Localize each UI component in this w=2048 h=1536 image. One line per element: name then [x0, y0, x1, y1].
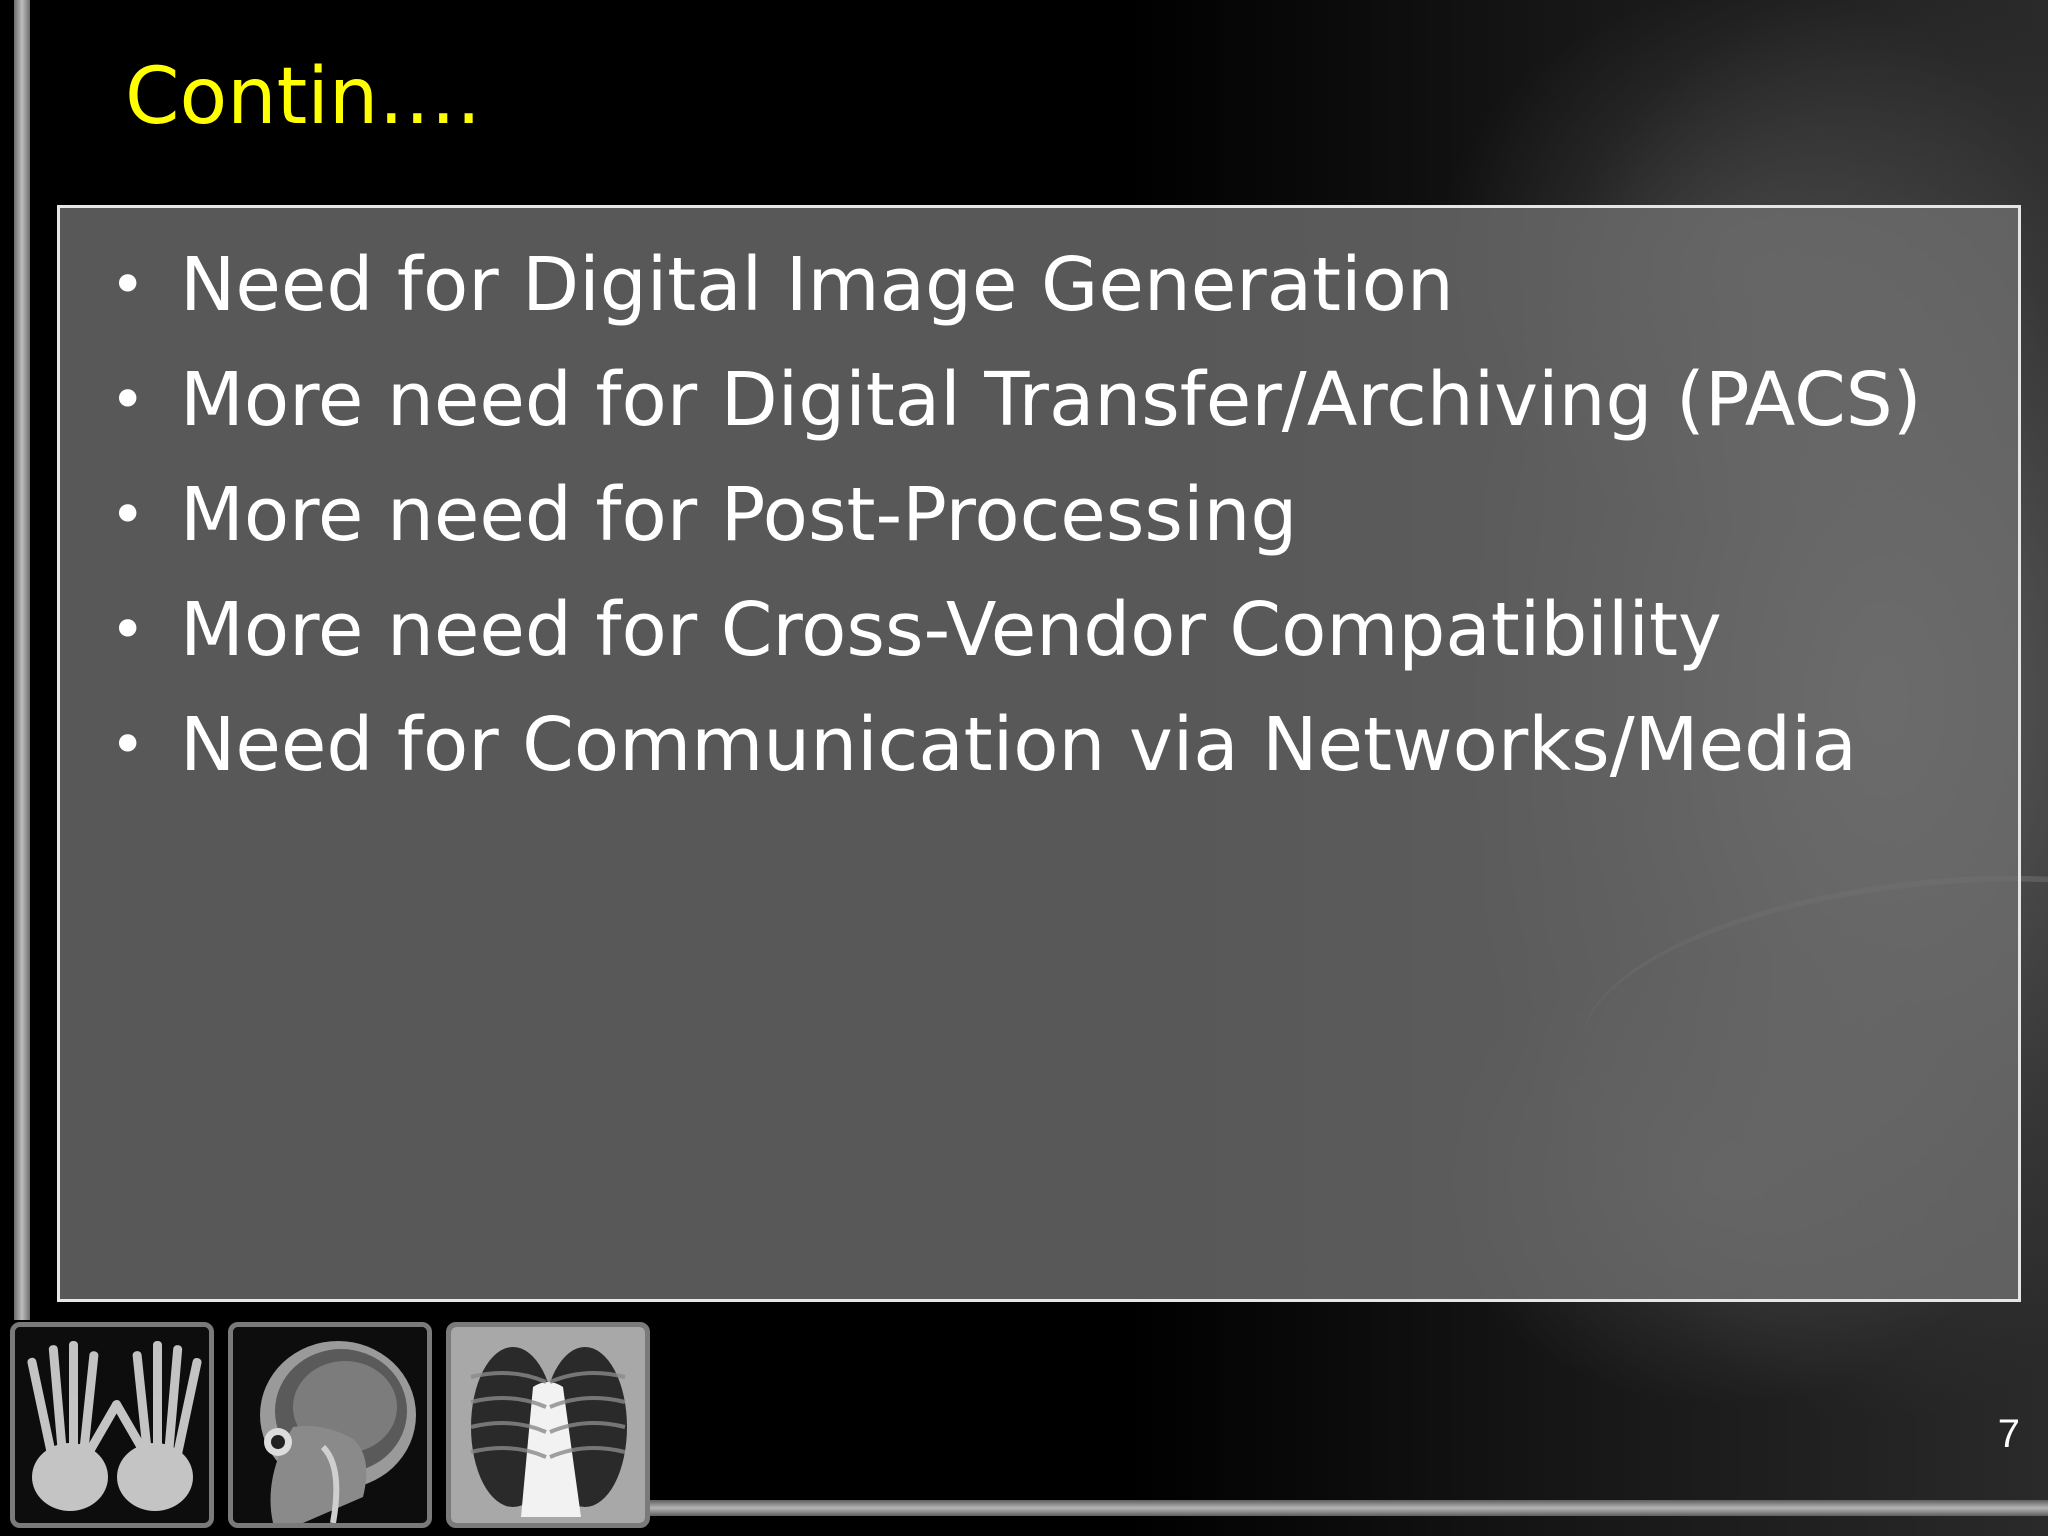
- bullet-dot-icon: •: [110, 595, 146, 665]
- head-mri-thumbnail: [228, 1322, 432, 1528]
- bullet-list: • Need for Digital Image Generation • More…: [60, 228, 2018, 803]
- bullet-text: Need for Digital Image Generation: [180, 242, 1454, 328]
- bullet-text: More need for Post-Processing: [180, 472, 1298, 558]
- bullet-text: More need for Digital Transfer/Archiving…: [180, 357, 1922, 443]
- slide-title: Contin….: [125, 52, 482, 142]
- bullet-dot-icon: •: [110, 710, 146, 780]
- left-accent-bar: [14, 0, 30, 1320]
- bullet-item: • Need for Communication via Networks/Med…: [60, 688, 2018, 803]
- chest-xray-icon: [451, 1327, 645, 1523]
- content-box: • Need for Digital Image Generation • More…: [57, 205, 2021, 1302]
- bullet-item: • More need for Cross-Vendor Compatibilit…: [60, 573, 2018, 688]
- slide: Contin…. • Need for Digital Image Generat…: [0, 0, 2048, 1536]
- hand-xray-thumbnail: [10, 1322, 214, 1528]
- bullet-item: • Need for Digital Image Generation: [60, 228, 2018, 343]
- head-mri-icon: [233, 1327, 427, 1523]
- page-number: 7: [1997, 1412, 2020, 1456]
- bullet-item: • More need for Post-Processing: [60, 458, 2018, 573]
- bullet-text: More need for Cross-Vendor Compatibility: [180, 587, 1722, 673]
- hand-xray-icon: [15, 1327, 209, 1523]
- bullet-item: • More need for Digital Transfer/Archivin…: [60, 343, 2018, 458]
- bullet-dot-icon: •: [110, 480, 146, 550]
- bullet-dot-icon: •: [110, 365, 146, 435]
- chest-xray-thumbnail: [446, 1322, 650, 1528]
- bullet-dot-icon: •: [110, 250, 146, 320]
- bullet-text: Need for Communication via Networks/Medi…: [180, 702, 1857, 788]
- bottom-accent-bar: [560, 1500, 2048, 1516]
